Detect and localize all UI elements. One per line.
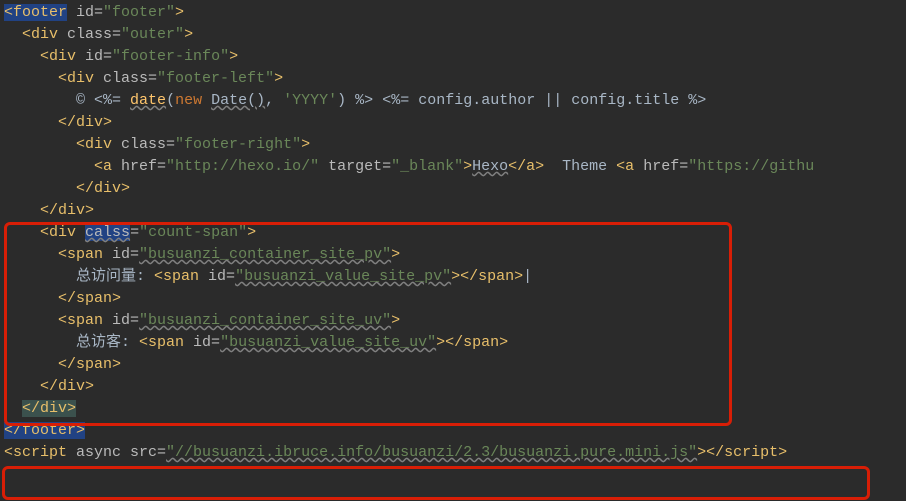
code-line: <script async src="//busuanzi.ibruce.inf… xyxy=(4,442,906,464)
code-line: <div id="footer-info"> xyxy=(4,46,906,68)
code-line: © <%= date(new Date(), 'YYYY') %> <%= co… xyxy=(4,90,906,112)
highlight-box-2 xyxy=(2,466,870,500)
code-line: </div> xyxy=(4,398,906,420)
code-line: </div> xyxy=(4,200,906,222)
code-line: </div> xyxy=(4,178,906,200)
code-line: 总访问量: <span id="busuanzi_value_site_pv">… xyxy=(4,266,906,288)
code-line: </div> xyxy=(4,376,906,398)
code-line: </span> xyxy=(4,354,906,376)
code-line: <div calss="count-span"> xyxy=(4,222,906,244)
code-line: <div class="footer-right"> xyxy=(4,134,906,156)
code-line: <div class="outer"> xyxy=(4,24,906,46)
code-line: <a href="http://hexo.io/" target="_blank… xyxy=(4,156,906,178)
code-line: </footer> xyxy=(4,420,906,442)
code-line: <span id="busuanzi_container_site_pv"> xyxy=(4,244,906,266)
code-line: <footer id="footer"> xyxy=(4,2,906,24)
code-line: <span id="busuanzi_container_site_uv"> xyxy=(4,310,906,332)
code-line: </span> xyxy=(4,288,906,310)
code-line: 总访客: <span id="busuanzi_value_site_uv"><… xyxy=(4,332,906,354)
code-editor[interactable]: <footer id="footer"> <div class="outer">… xyxy=(0,0,906,501)
code-line: </div> xyxy=(4,112,906,134)
code-line: <div class="footer-left"> xyxy=(4,68,906,90)
